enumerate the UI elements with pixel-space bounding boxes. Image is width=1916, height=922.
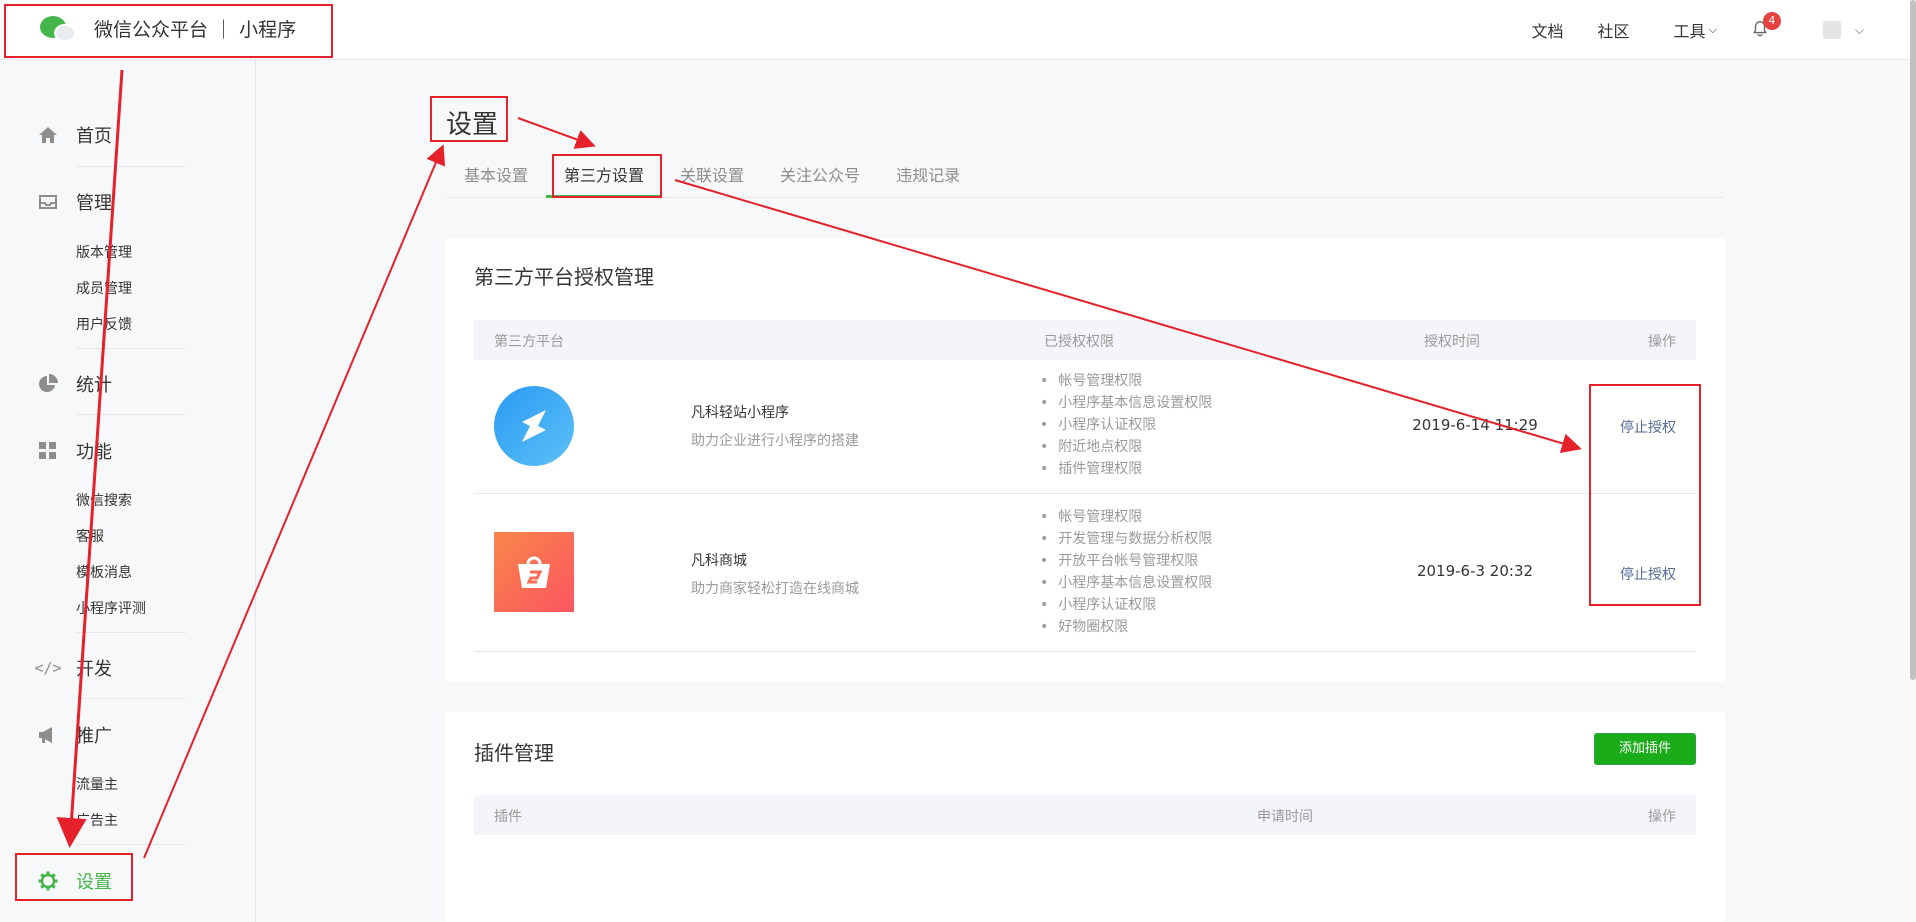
sidebar-item-label: 设置 (76, 872, 112, 893)
permission-item: 小程序基本信息设置权限 (1040, 572, 1212, 594)
sidebar-item-wechat-search[interactable]: 微信搜索 (76, 490, 132, 510)
column-actions: 操作 (1648, 334, 1676, 350)
permission-item: 小程序认证权限 (1040, 594, 1212, 616)
divider (76, 166, 186, 167)
tab-basic-settings[interactable]: 基本设置 (446, 162, 546, 198)
column-actions: 操作 (1648, 809, 1676, 825)
sidebar-item-feedback[interactable]: 用户反馈 (76, 314, 132, 334)
home-icon (38, 125, 58, 145)
page-title: 设置 (446, 110, 499, 140)
sidebar-item-label: 推广 (76, 726, 112, 747)
revoke-auth-link[interactable]: 停止授权 (1620, 417, 1676, 437)
fanke-mall-logo-icon (494, 532, 574, 612)
permission-item: 开发管理与数据分析权限 (1040, 528, 1212, 550)
permission-item: 帐号管理权限 (1040, 506, 1212, 528)
platform-name: 凡科轻站小程序 (691, 405, 789, 421)
auth-time: 2019-6-14 11:29 (1412, 416, 1538, 434)
plugin-card: 插件管理 添加插件 插件 申请时间 操作 (445, 712, 1725, 922)
settings-tabs: 基本设置 第三方设置 关联设置 关注公众号 违规记录 (446, 162, 1724, 198)
column-permissions: 已授权权限 (1044, 334, 1114, 350)
tab-violation-records[interactable]: 违规记录 (878, 162, 978, 198)
sidebar-item-label: 开发 (76, 659, 112, 680)
notification-bell[interactable]: 4 (1751, 12, 1781, 40)
sidebar-item-customer-service[interactable]: 客服 (76, 526, 104, 546)
sidebar-item-label: 功能 (76, 442, 112, 463)
pie-chart-icon (38, 374, 58, 394)
code-icon: </> (34, 659, 62, 677)
divider (76, 348, 186, 349)
tab-related-settings[interactable]: 关联设置 (662, 162, 762, 198)
sidebar-item-manage[interactable]: 管理 (38, 189, 112, 215)
sidebar-item-stats[interactable]: 统计 (38, 371, 112, 397)
permission-item: 插件管理权限 (1040, 458, 1212, 480)
permission-list: 帐号管理权限 开发管理与数据分析权限 开放平台帐号管理权限 小程序基本信息设置权… (1040, 506, 1212, 638)
sidebar-item-label: 首页 (76, 126, 112, 147)
sidebar-item-template-message[interactable]: 模板消息 (76, 562, 132, 582)
sidebar-item-label: 管理 (76, 193, 112, 214)
sidebar-item-traffic-owner[interactable]: 流量主 (76, 774, 118, 794)
permission-item: 附近地点权限 (1040, 436, 1212, 458)
permission-item: 好物圈权限 (1040, 616, 1212, 638)
gear-icon (38, 871, 58, 891)
third-party-card: 第三方平台授权管理 第三方平台 已授权权限 授权时间 操作 凡科轻站小程序 助力… (445, 238, 1725, 682)
avatar[interactable] (1822, 21, 1841, 39)
notification-badge: 4 (1762, 12, 1781, 30)
table-header: 第三方平台 已授权权限 授权时间 操作 (474, 320, 1696, 360)
megaphone-icon (38, 725, 58, 745)
sidebar-item-promote[interactable]: 推广 (38, 722, 112, 748)
divider (76, 698, 186, 699)
chevron-down-icon: ⌵ (1708, 23, 1717, 36)
permission-item: 开放平台帐号管理权限 (1040, 550, 1212, 572)
top-bar: 微信公众平台 ｜ 小程序 文档 社区 工具 ⌵ 4 ⌵ (0, 0, 1910, 60)
scrollbar[interactable] (1910, 0, 1916, 680)
permission-item: 小程序认证权限 (1040, 414, 1212, 436)
sidebar: 首页 管理 版本管理 成员管理 用户反馈 统计 功能 微信搜索 客服 模板消息 … (0, 60, 256, 922)
table-header: 插件 申请时间 操作 (474, 795, 1696, 835)
sidebar-item-features[interactable]: 功能 (38, 438, 112, 464)
column-apply-time: 申请时间 (1257, 809, 1313, 825)
annotation-arrow-tab (517, 117, 596, 149)
tab-third-party-settings[interactable]: 第三方设置 (546, 162, 663, 198)
column-plugin: 插件 (494, 809, 522, 825)
auth-time: 2019-6-3 20:32 (1416, 562, 1534, 580)
platform-name: 凡科商城 (691, 553, 747, 569)
grid-icon (38, 441, 58, 461)
sidebar-item-develop[interactable]: </> 开发 (34, 655, 112, 681)
divider (76, 632, 186, 633)
inbox-icon (38, 192, 58, 212)
permission-item: 帐号管理权限 (1040, 370, 1212, 392)
sidebar-item-evaluation[interactable]: 小程序评测 (76, 598, 146, 618)
nav-docs-link[interactable]: 文档 (1532, 18, 1564, 42)
sidebar-item-members[interactable]: 成员管理 (76, 278, 132, 298)
divider (76, 414, 186, 415)
platform-description: 助力企业进行小程序的搭建 (691, 433, 859, 449)
sidebar-item-version[interactable]: 版本管理 (76, 242, 132, 262)
wechat-logo-icon (38, 14, 78, 42)
sidebar-item-label: 统计 (76, 375, 112, 396)
sidebar-item-settings[interactable]: 设置 (38, 868, 112, 894)
table-row: 凡科轻站小程序 助力企业进行小程序的搭建 帐号管理权限 小程序基本信息设置权限 … (474, 360, 1696, 494)
chevron-down-icon[interactable]: ⌵ (1855, 23, 1864, 38)
top-nav: 文档 社区 工具 ⌵ 4 ⌵ (1532, 0, 1911, 60)
brand[interactable]: 微信公众平台 ｜ 小程序 (38, 14, 296, 42)
third-party-card-title: 第三方平台授权管理 (474, 265, 654, 289)
add-plugin-button[interactable]: 添加插件 (1594, 733, 1696, 765)
nav-community-link[interactable]: 社区 (1598, 18, 1630, 42)
fanke-lightsite-logo-icon (494, 386, 574, 466)
divider (76, 844, 186, 845)
table-row: 凡科商城 助力商家轻松打造在线商城 帐号管理权限 开发管理与数据分析权限 开放平… (474, 494, 1696, 652)
sidebar-item-advertiser[interactable]: 广告主 (76, 810, 118, 830)
tools-label: 工具 (1673, 22, 1706, 41)
platform-description: 助力商家轻松打造在线商城 (691, 581, 859, 597)
tab-follow-official-account[interactable]: 关注公众号 (762, 162, 878, 198)
platform-title: 微信公众平台 ｜ 小程序 (94, 18, 297, 41)
plugin-card-title: 插件管理 (474, 741, 554, 765)
column-platform: 第三方平台 (494, 334, 564, 350)
column-auth-time: 授权时间 (1424, 334, 1480, 350)
tools-dropdown[interactable]: 工具 ⌵ (1674, 18, 1717, 42)
revoke-auth-link[interactable]: 停止授权 (1620, 564, 1676, 584)
sidebar-item-home[interactable]: 首页 (38, 122, 112, 148)
permission-list: 帐号管理权限 小程序基本信息设置权限 小程序认证权限 附近地点权限 插件管理权限 (1040, 370, 1212, 480)
permission-item: 小程序基本信息设置权限 (1040, 392, 1212, 414)
